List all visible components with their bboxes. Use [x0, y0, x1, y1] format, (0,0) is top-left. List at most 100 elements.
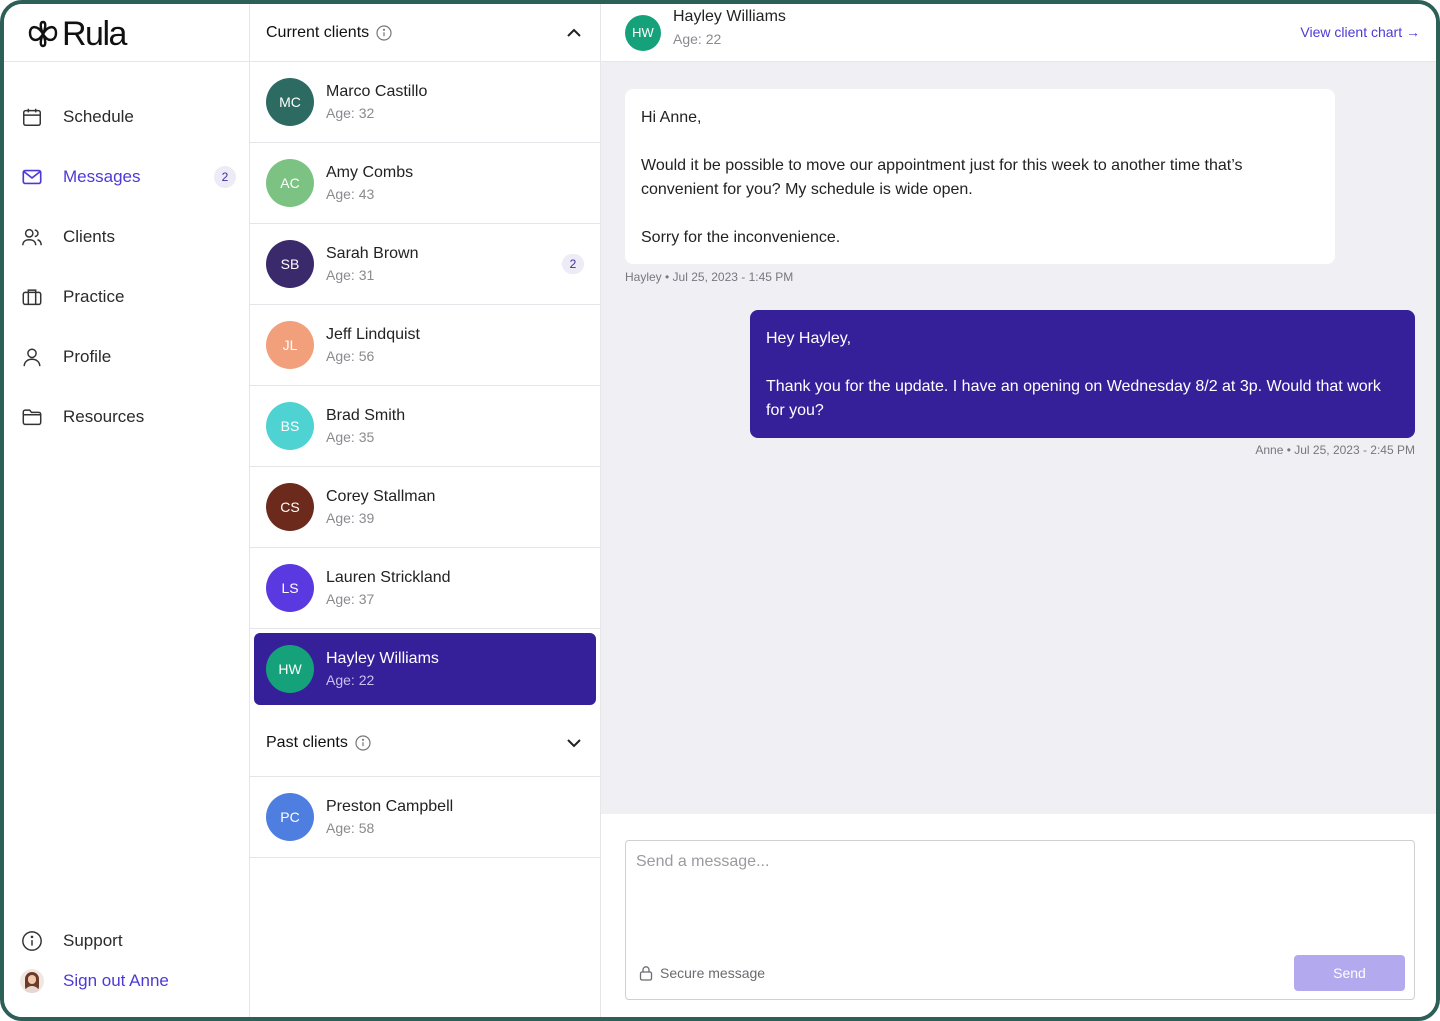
client-name: Lauren Strickland: [326, 569, 451, 586]
sidebar-item-label: Messages: [63, 167, 141, 186]
sidebar-item-label: Schedule: [63, 107, 134, 126]
app-window: Rula Schedule Messages 2 Clients Practic…: [0, 0, 1440, 1021]
client-age: Age: 22: [673, 31, 722, 47]
client-name: Amy Combs: [326, 164, 414, 181]
current-clients-header[interactable]: Current clients: [250, 4, 600, 62]
client-name: Corey Stallman: [326, 488, 436, 505]
main-nav: Schedule Messages 2 Clients Practice Pro…: [4, 87, 250, 447]
client-age: Age: 32: [326, 105, 375, 121]
current-clients-list: MC Marco Castillo Age: 32 AC Amy Combs Age…: [250, 62, 600, 705]
info-icon[interactable]: [355, 734, 371, 751]
client-row[interactable]: LS Lauren Strickland Age: 37: [250, 548, 600, 629]
client-name: Preston Campbell: [326, 798, 454, 815]
briefcase-icon: [20, 285, 44, 309]
client-avatar: BS: [266, 402, 314, 450]
sidebar-item-messages[interactable]: Messages 2: [4, 147, 250, 207]
client-name: Jeff Lindquist: [326, 326, 420, 343]
past-clients-header[interactable]: Past clients: [250, 709, 600, 777]
client-name: Brad Smith: [326, 407, 406, 424]
client-avatar: SB: [266, 240, 314, 288]
client-age: Age: 56: [326, 348, 375, 364]
sidebar: Rula Schedule Messages 2 Clients Practic…: [4, 4, 250, 1017]
users-icon: [20, 225, 44, 249]
client-age: Age: 35: [326, 429, 375, 445]
client-name: Hayley Williams: [326, 650, 439, 667]
chevron-down-icon[interactable]: [564, 733, 584, 753]
client-avatar: HW: [266, 645, 314, 693]
client-avatar: HW: [625, 14, 661, 51]
client-age: Age: 37: [326, 591, 375, 607]
send-button[interactable]: Send: [1294, 955, 1405, 991]
rula-logo-icon: [28, 20, 58, 48]
incoming-message: Hi Anne, Would it be possible to move ou…: [625, 89, 1335, 264]
conversation-panel: HW Hayley Williams Age: 22 View client c…: [601, 4, 1436, 1017]
info-icon[interactable]: [376, 24, 392, 41]
unread-badge: 2: [214, 166, 236, 188]
client-list-panel: Current clients MC Marco Castillo Age: 32…: [250, 4, 601, 1017]
unread-badge: 2: [562, 254, 584, 274]
client-avatar: AC: [266, 159, 314, 207]
sidebar-footer: Support Sign out Anne: [4, 921, 250, 1001]
client-name: Sarah Brown: [326, 245, 419, 262]
sidebar-item-practice[interactable]: Practice: [4, 267, 250, 327]
client-row[interactable]: BS Brad Smith Age: 35: [250, 386, 600, 467]
sign-out-label: Sign out Anne: [63, 971, 169, 990]
client-age: Age: 43: [326, 186, 375, 202]
message-body: Would it be possible to move our appoint…: [641, 157, 1243, 198]
client-row[interactable]: CS Corey Stallman Age: 39: [250, 467, 600, 548]
sidebar-item-schedule[interactable]: Schedule: [4, 87, 250, 147]
secure-indicator: Secure message: [638, 965, 765, 981]
divider: [4, 61, 250, 62]
client-avatar: LS: [266, 564, 314, 612]
section-title: Current clients: [266, 23, 370, 41]
sidebar-item-label: Clients: [63, 227, 115, 246]
user-icon: [20, 345, 44, 369]
sidebar-item-profile[interactable]: Profile: [4, 327, 250, 387]
client-name: Hayley Williams: [673, 8, 786, 25]
secure-label: Secure message: [660, 965, 766, 981]
mail-icon: [20, 165, 44, 189]
message-meta: Hayley • Jul 25, 2023 - 1:45 PM: [625, 270, 794, 284]
info-icon: [20, 929, 44, 953]
client-age: Age: 39: [326, 510, 375, 526]
brand-name: Rula: [62, 14, 127, 53]
sign-out-link[interactable]: Sign out Anne: [4, 961, 250, 1001]
client-row-selected[interactable]: HW Hayley Williams Age: 22: [254, 633, 596, 705]
sidebar-item-resources[interactable]: Resources: [4, 387, 250, 447]
client-age: Age: 58: [326, 820, 375, 836]
calendar-icon: [20, 105, 44, 129]
sidebar-item-label: Practice: [63, 287, 125, 306]
section-title: Past clients: [266, 733, 348, 751]
sidebar-item-label: Resources: [63, 407, 145, 426]
past-clients-list: PC Preston Campbell Age: 58: [250, 777, 600, 858]
message-input[interactable]: [626, 841, 1414, 951]
view-client-chart-link[interactable]: View client chart →: [1300, 24, 1420, 40]
client-age: Age: 22: [326, 672, 375, 688]
message-body: Thank you for the update. I have an open…: [766, 378, 1381, 419]
message-composer: Secure message Send: [625, 840, 1415, 1000]
message-greeting: Hi Anne,: [641, 109, 702, 126]
message-closing: Sorry for the inconvenience.: [641, 229, 841, 246]
brand-logo[interactable]: Rula: [26, 14, 127, 54]
client-row[interactable]: PC Preston Campbell Age: 58: [250, 777, 600, 858]
client-name: Marco Castillo: [326, 83, 428, 100]
folder-icon: [20, 405, 44, 429]
chevron-up-icon[interactable]: [564, 23, 584, 43]
client-row[interactable]: JL Jeff Lindquist Age: 56: [250, 305, 600, 386]
client-avatar: MC: [266, 78, 314, 126]
client-avatar: PC: [266, 793, 314, 841]
client-row[interactable]: MC Marco Castillo Age: 32: [250, 62, 600, 143]
client-row[interactable]: SB Sarah Brown Age: 31 2: [250, 224, 600, 305]
lock-icon: [639, 966, 653, 981]
client-avatar: CS: [266, 483, 314, 531]
outgoing-message: Hey Hayley, Thank you for the update. I …: [750, 310, 1415, 438]
client-row[interactable]: AC Amy Combs Age: 43: [250, 143, 600, 224]
message-meta: Anne • Jul 25, 2023 - 2:45 PM: [1255, 443, 1415, 457]
client-age: Age: 31: [326, 267, 375, 283]
sidebar-item-label: Profile: [63, 347, 112, 366]
message-greeting: Hey Hayley,: [766, 330, 852, 347]
sidebar-item-clients[interactable]: Clients: [4, 207, 250, 267]
support-label: Support: [63, 931, 123, 950]
support-link[interactable]: Support: [4, 921, 250, 961]
message-thread[interactable]: Hi Anne, Would it be possible to move ou…: [601, 62, 1436, 814]
